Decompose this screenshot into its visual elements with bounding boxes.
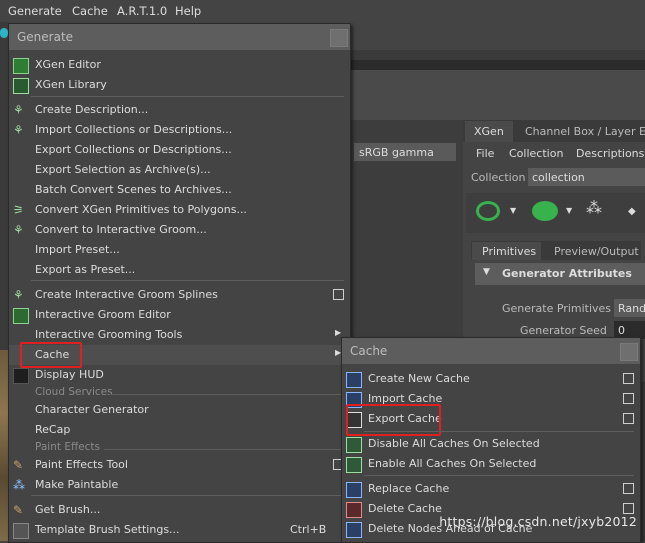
groom-editor-icon — [13, 308, 29, 324]
collection-label: Collection — [471, 171, 526, 184]
menubar-art[interactable]: A.R.T.1.0 — [117, 4, 167, 18]
menu-item-export-preset[interactable]: Export as Preset... — [9, 260, 350, 280]
chevron-down-icon[interactable]: ▼ — [566, 206, 572, 215]
import-collections-icon: ⚘ — [13, 123, 24, 137]
option-box[interactable] — [623, 503, 634, 514]
menubar-cache[interactable]: Cache — [72, 4, 108, 18]
section-generator-attributes[interactable]: ▼ Generator Attributes — [475, 263, 645, 285]
generate-primitives-dropdown[interactable]: Rand — [614, 299, 645, 317]
option-box[interactable] — [623, 393, 634, 404]
menu-item-create-new-cache[interactable]: Create New Cache — [342, 369, 640, 389]
paint-effects-icon: ✎ — [13, 458, 24, 472]
replace-cache-icon — [346, 482, 362, 498]
disable-cache-icon — [346, 437, 362, 453]
menu-item-xgen-library[interactable]: XGen Library — [9, 75, 350, 95]
menu-item-export-selection-archive[interactable]: Export Selection as Archive(s)... — [9, 160, 350, 180]
convert-polygons-icon: ⚞ — [13, 203, 24, 217]
menu-item-create-groom-splines[interactable]: ⚘ Create Interactive Groom Splines — [9, 285, 350, 305]
menu-item-enable-caches[interactable]: Enable All Caches On Selected — [342, 454, 640, 474]
option-box[interactable] — [623, 483, 634, 494]
menu-item-display-hud[interactable]: Display HUD — [9, 365, 350, 385]
tab-channel-box[interactable]: Channel Box / Layer Edit — [525, 125, 645, 138]
delete-nodes-icon — [346, 522, 362, 538]
menu-item-convert-groom[interactable]: ⚘ Convert to Interactive Groom... — [9, 220, 350, 240]
groom-splines-icon: ⚘ — [13, 288, 24, 302]
xgen-library-icon — [13, 78, 29, 94]
cache-menu-title: Cache — [342, 338, 640, 364]
menu-item-import-preset[interactable]: Import Preset... — [9, 240, 350, 260]
watermark: https://blog.csdn.net/jxyb2012 — [439, 514, 637, 529]
shelf — [350, 70, 645, 120]
section-cloud-services: Cloud Services — [35, 386, 113, 398]
generate-menu-title: Generate — [9, 24, 350, 50]
xgen-menu-file[interactable]: File — [476, 147, 494, 160]
menubar-help[interactable]: Help — [175, 4, 201, 18]
template-brush-icon — [13, 523, 29, 539]
tear-off-button[interactable] — [330, 29, 348, 47]
menu-item-create-description[interactable]: ⚘ Create Description... — [9, 100, 350, 120]
convert-groom-icon: ⚘ — [13, 223, 24, 237]
tab-xgen[interactable]: XGen — [465, 121, 513, 142]
section-paint-effects: Paint Effects — [35, 441, 101, 453]
display-hud-icon — [13, 368, 29, 384]
menu-item-groom-editor[interactable]: Interactive Groom Editor — [9, 305, 350, 325]
field-label-generator-seed: Generator Seed — [520, 324, 607, 337]
chevron-down-icon[interactable]: ▼ — [510, 206, 516, 215]
main-menubar: Generate Cache A.R.T.1.0 Help — [0, 0, 645, 22]
menu-item-character-generator[interactable]: Character Generator — [9, 400, 350, 420]
create-cache-icon — [346, 372, 362, 388]
menu-item-paint-effects-tool[interactable]: ✎ Paint Effects Tool — [9, 455, 350, 475]
option-box[interactable] — [623, 373, 634, 384]
menu-item-batch-convert[interactable]: Batch Convert Scenes to Archives... — [9, 180, 350, 200]
collection-dropdown[interactable]: collection — [528, 168, 645, 186]
enable-cache-icon — [346, 457, 362, 473]
menu-item-template-brush[interactable]: Template Brush Settings... Ctrl+B — [9, 520, 350, 540]
xgen-editor-icon — [13, 58, 29, 74]
option-box[interactable] — [333, 289, 344, 300]
menu-item-make-paintable[interactable]: ⁂ Make Paintable — [9, 475, 350, 495]
menu-item-replace-cache[interactable]: Replace Cache — [342, 479, 640, 499]
menu-item-convert-polygons[interactable]: ⚞ Convert XGen Primitives to Polygons... — [9, 200, 350, 220]
tear-off-button[interactable] — [620, 343, 638, 361]
menu-item-disable-caches[interactable]: Disable All Caches On Selected — [342, 434, 640, 454]
xgen-menu-collection[interactable]: Collection — [509, 147, 563, 160]
menu-item-export-collections[interactable]: Export Collections or Descriptions... — [9, 140, 350, 160]
clear-preview-icon[interactable] — [532, 201, 558, 221]
maya-logo — [0, 28, 8, 38]
delete-cache-icon — [346, 502, 362, 518]
menu-item-import-collections[interactable]: ⚘ Import Collections or Descriptions... — [9, 120, 350, 140]
get-brush-icon: ✎ — [13, 503, 24, 517]
shortcut-label: Ctrl+B — [290, 523, 327, 536]
color-space-field[interactable]: sRGB gamma — [354, 143, 456, 161]
make-paintable-icon: ⁂ — [13, 478, 25, 492]
submenu-arrow-icon: ▶ — [335, 328, 342, 337]
xgen-menu-descriptions[interactable]: Descriptions — [576, 147, 644, 160]
menu-item-get-brush[interactable]: ✎ Get Brush... — [9, 500, 350, 520]
preview-eye-icon[interactable] — [476, 201, 500, 221]
menu-item-recap[interactable]: ReCap — [9, 420, 350, 440]
field-label-generate-primitives: Generate Primitives — [502, 302, 612, 315]
generate-menu: Generate XGen Editor XGen Library ⚘ Crea… — [8, 23, 351, 543]
menubar-generate[interactable]: Generate — [8, 4, 62, 18]
diamond-icon[interactable]: ◆ — [628, 206, 636, 217]
option-box[interactable] — [623, 413, 634, 424]
cache-submenu: Cache Create New Cache Import Cache Expo… — [341, 337, 641, 543]
tab-primitives[interactable]: Primitives — [472, 242, 541, 260]
update-icon[interactable]: ⁂ — [586, 198, 610, 222]
menu-item-xgen-editor[interactable]: XGen Editor — [9, 55, 350, 75]
tab-preview-output[interactable]: Preview/Output — [554, 245, 639, 258]
create-description-icon: ⚘ — [13, 103, 24, 117]
